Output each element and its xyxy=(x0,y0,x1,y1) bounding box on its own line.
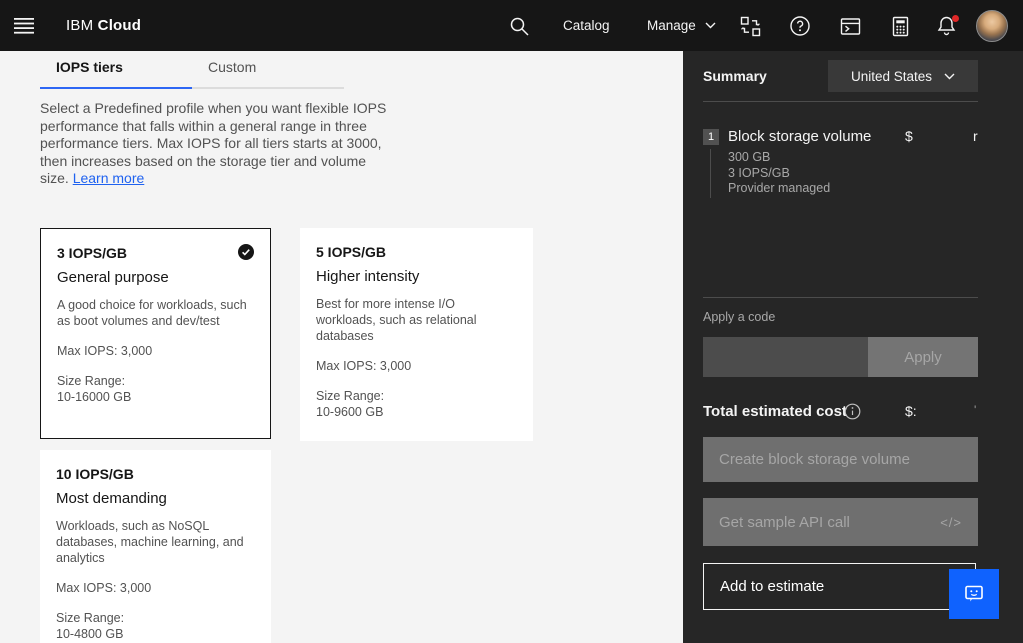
card-head: 10 IOPS/GB xyxy=(56,466,255,482)
tab-custom-label: Custom xyxy=(208,59,257,75)
switcher-icon xyxy=(740,16,760,36)
chat-button[interactable] xyxy=(949,569,999,619)
tab-iops-tiers[interactable]: IOPS tiers xyxy=(40,59,192,89)
card-title: 5 IOPS/GB xyxy=(316,244,387,260)
card-max-iops: Max IOPS: 3,000 xyxy=(57,344,153,358)
card-max-iops: Max IOPS: 3,000 xyxy=(316,359,412,373)
promo-code-input[interactable] xyxy=(703,337,868,377)
learn-more-link[interactable]: Learn more xyxy=(73,170,145,186)
card-subtitle: Higher intensity xyxy=(316,268,420,285)
summary-item-price: $ xyxy=(905,128,913,144)
iops-tabs: IOPS tiers Custom xyxy=(40,59,344,89)
size-range-label: Size Range: xyxy=(57,374,126,388)
item-tree-line xyxy=(710,149,711,198)
card-title: 3 IOPS/GB xyxy=(57,245,128,261)
card-description: A good choice for workloads, such as boo… xyxy=(57,298,247,328)
app-root: IBM Cloud Catalog Manage IOPS tiers Cust… xyxy=(0,0,1023,643)
help-icon xyxy=(790,16,810,36)
iops-tier-card-5iops[interactable]: 5 IOPS/GB Higher intensity Best for more… xyxy=(300,228,533,441)
region-selector[interactable]: United States xyxy=(828,60,978,92)
chat-icon xyxy=(965,585,983,602)
summary-title: Summary xyxy=(703,68,767,84)
cost-estimator-button[interactable] xyxy=(887,13,913,39)
code-icon: </> xyxy=(940,514,962,530)
selected-check-icon xyxy=(238,244,254,260)
card-size-range: Size Range: 10-16000 GB xyxy=(57,373,254,405)
promo-code-label: Apply a code xyxy=(703,310,776,324)
switcher-button[interactable] xyxy=(737,13,763,39)
nav-catalog[interactable]: Catalog xyxy=(563,18,610,33)
promo-divider xyxy=(703,297,978,298)
size-range-value: 10-9600 GB xyxy=(316,405,384,419)
card-description: Best for more intense I/O workloads, suc… xyxy=(316,297,477,343)
nav-manage[interactable]: Manage xyxy=(647,18,716,33)
brand-ibm-cloud[interactable]: IBM Cloud xyxy=(66,17,141,34)
tab-custom[interactable]: Custom xyxy=(192,59,344,89)
summary-divider xyxy=(703,101,978,102)
tab-iops-tiers-label: IOPS tiers xyxy=(56,59,123,75)
chevron-down-icon xyxy=(944,73,955,79)
search-icon xyxy=(510,17,529,36)
cloud-shell-button[interactable] xyxy=(837,13,863,39)
item-detail-iops: 3 IOPS/GB xyxy=(728,165,790,180)
card-subtitle: General purpose xyxy=(57,269,169,286)
terminal-icon xyxy=(840,17,860,35)
size-range-label: Size Range: xyxy=(56,611,125,625)
card-max-iops: Max IOPS: 3,000 xyxy=(56,581,152,595)
search-button[interactable] xyxy=(506,13,532,39)
card-size-range: Size Range: 10-9600 GB xyxy=(316,388,517,420)
notifications-button[interactable] xyxy=(933,13,959,39)
item-detail-managed: Provider managed xyxy=(728,181,831,195)
menu-button[interactable] xyxy=(10,12,38,39)
chevron-down-icon xyxy=(705,22,716,29)
top-header-bar: IBM Cloud Catalog Manage xyxy=(0,0,1023,51)
apply-button[interactable]: Apply xyxy=(868,337,978,377)
card-subtitle: Most demanding xyxy=(56,490,167,507)
nav-manage-label: Manage xyxy=(647,18,696,33)
menu-icon xyxy=(14,17,34,34)
total-cost-suffix: ' xyxy=(974,403,977,417)
summary-item-price-suffix: r xyxy=(973,128,978,144)
intro-paragraph: Select a Predefined profile when you wan… xyxy=(40,100,388,188)
size-range-value: 10-16000 GB xyxy=(57,390,132,404)
main-content: IOPS tiers Custom Select a Predefined pr… xyxy=(0,51,683,643)
create-volume-button[interactable]: Create block storage volume xyxy=(703,437,978,482)
size-range-label: Size Range: xyxy=(316,389,385,403)
get-api-call-label: Get sample API call xyxy=(719,513,850,531)
brand-suffix: Cloud xyxy=(97,17,142,34)
item-index-badge: 1 xyxy=(703,129,719,145)
region-selector-label: United States xyxy=(850,68,933,84)
info-icon[interactable] xyxy=(844,403,861,420)
summary-item-details: 300 GB 3 IOPS/GB Provider managed xyxy=(728,150,830,197)
user-avatar[interactable] xyxy=(976,10,1008,42)
size-range-value: 10-4800 GB xyxy=(56,627,124,641)
get-api-call-button[interactable]: Get sample API call </> xyxy=(703,498,978,546)
card-title: 10 IOPS/GB xyxy=(56,466,134,482)
item-detail-size: 300 GB xyxy=(728,150,771,164)
total-cost-label: Total estimated cost xyxy=(703,403,847,420)
summary-sidebar: Summary United States 1 Block storage vo… xyxy=(683,51,1023,643)
card-head: 3 IOPS/GB xyxy=(57,244,254,261)
summary-item-name: Block storage volume xyxy=(728,128,872,145)
total-cost-value: $: xyxy=(905,403,917,419)
calculator-icon xyxy=(892,16,908,36)
iops-tier-card-10iops[interactable]: 10 IOPS/GB Most demanding Workloads, suc… xyxy=(40,450,271,643)
add-to-estimate-button[interactable]: Add to estimate xyxy=(703,563,976,610)
brand-prefix: IBM xyxy=(66,17,94,34)
card-head: 5 IOPS/GB xyxy=(316,244,517,260)
iops-tier-card-3iops[interactable]: 3 IOPS/GB General purpose A good choice … xyxy=(40,228,271,439)
help-button[interactable] xyxy=(787,13,813,39)
card-description: Workloads, such as NoSQL databases, mach… xyxy=(56,519,244,565)
card-size-range: Size Range: 10-4800 GB xyxy=(56,610,255,642)
notification-dot xyxy=(952,15,959,22)
